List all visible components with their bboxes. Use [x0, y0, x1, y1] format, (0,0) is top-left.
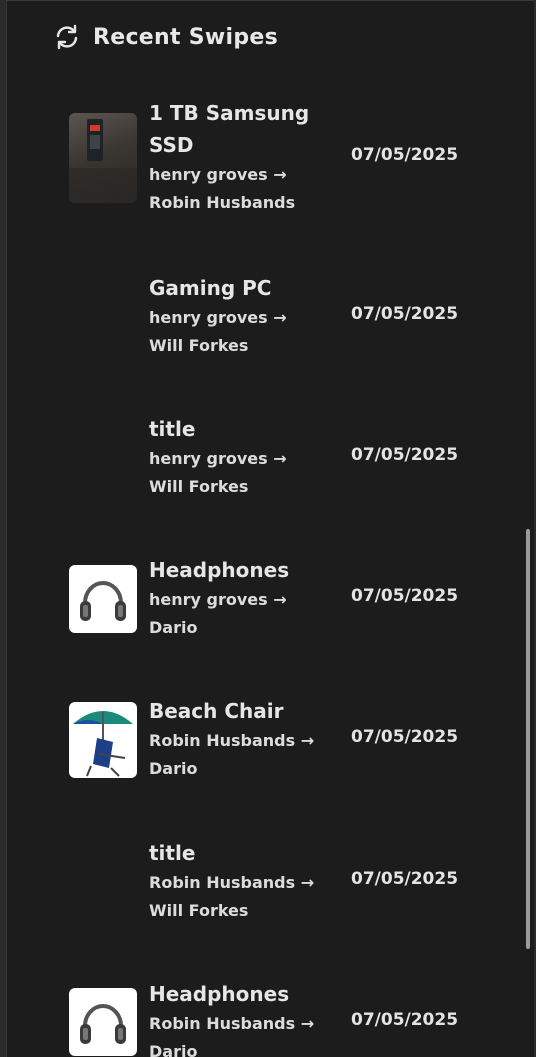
- item-title: Gaming PC: [149, 276, 272, 300]
- scrollbar[interactable]: [526, 529, 530, 949]
- from-user: henry groves: [149, 165, 268, 184]
- to-user: Will Forkes: [149, 477, 249, 496]
- from-user: henry groves: [149, 590, 268, 609]
- swipe-date: 07/05/2025: [351, 1010, 459, 1030]
- swipe-date: 07/05/2025: [351, 445, 459, 465]
- from-user: Robin Husbands: [149, 731, 296, 750]
- arrow-icon: →: [273, 590, 287, 609]
- beach-chair-photo: [69, 702, 137, 778]
- from-user: henry groves: [149, 308, 268, 327]
- to-user: Dario: [149, 618, 198, 637]
- swipe-date: 07/05/2025: [351, 727, 459, 747]
- from-user: henry groves: [149, 449, 268, 468]
- to-user: Dario: [149, 759, 198, 778]
- swipe-date: 07/05/2025: [351, 145, 459, 165]
- item-title: Beach Chair: [149, 699, 284, 723]
- to-user: Dario: [149, 1042, 198, 1057]
- ssd-photo: [69, 113, 137, 203]
- swipe-date: 07/05/2025: [351, 869, 459, 889]
- arrow-icon: →: [300, 873, 315, 892]
- swipe-parties: henry groves → Robin Husbands: [149, 161, 349, 217]
- headphones-photo: [69, 565, 137, 633]
- item-title: 1 TB Samsung SSD: [149, 101, 310, 157]
- to-user: Will Forkes: [149, 336, 249, 355]
- refresh-icon[interactable]: [53, 23, 81, 51]
- swipe-date: 07/05/2025: [351, 304, 459, 324]
- from-user: Robin Husbands: [149, 873, 296, 892]
- recent-swipes-panel: Recent Swipes 1 TB Samsung SSD henry gro…: [6, 0, 534, 1057]
- swipe-parties: Robin Husbands → Will Forkes: [149, 869, 349, 925]
- swipe-parties: Robin Husbands → Dario: [149, 727, 349, 783]
- arrow-icon: →: [273, 165, 287, 184]
- to-user: Will Forkes: [149, 901, 249, 920]
- item-title: title: [149, 841, 196, 865]
- recent-swipes-header: Recent Swipes: [53, 21, 278, 53]
- from-user: Robin Husbands: [149, 1014, 296, 1033]
- item-title: Headphones: [149, 558, 290, 582]
- arrow-icon: →: [273, 449, 287, 468]
- arrow-icon: →: [300, 731, 315, 750]
- arrow-icon: →: [300, 1014, 315, 1033]
- arrow-icon: →: [273, 308, 287, 327]
- to-user: Robin Husbands: [149, 193, 296, 212]
- swipe-parties: henry groves → Will Forkes: [149, 304, 349, 360]
- item-title: title: [149, 417, 196, 441]
- headphones-photo: [69, 988, 137, 1056]
- swipe-parties: henry groves → Will Forkes: [149, 445, 349, 501]
- swipe-parties: henry groves → Dario: [149, 586, 349, 642]
- page-title: Recent Swipes: [93, 24, 279, 50]
- swipe-parties: Robin Husbands → Dario: [149, 1010, 349, 1057]
- item-title: Headphones: [149, 982, 290, 1006]
- swipe-date: 07/05/2025: [351, 586, 459, 606]
